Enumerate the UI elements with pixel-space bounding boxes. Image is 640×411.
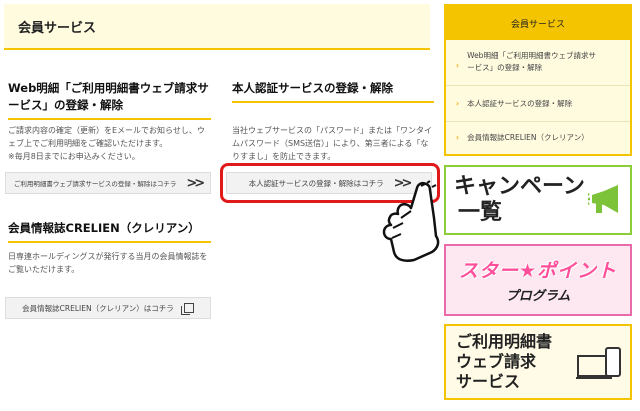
sidebar-item-web-meisai[interactable]: › Web明細「ご利用明細書ウェブ請求サ ービス」の登録・解除 xyxy=(446,40,630,86)
sidebar-item-label: Web明細「ご利用明細書ウェブ請求サ xyxy=(467,51,596,60)
sidebar-item-label: 本人認証サービスの登録・解除 xyxy=(467,98,573,108)
banner-text: プログラム xyxy=(505,289,571,304)
sidebar-item-label: 会員情報誌CRELIEN（クレリアン） xyxy=(467,133,589,142)
sidebar-title: 会員サービス xyxy=(446,6,630,40)
chevron-right-icon: › xyxy=(456,61,460,70)
banner-text: スター★ポイント xyxy=(458,260,618,282)
section-desc-honnin: 当社ウェブサービスの「パスワード」または「ワンタイ ムパスワード（SMS送信）」… xyxy=(232,124,442,163)
pointing-hand-icon xyxy=(382,180,440,262)
desc-line: ご覧いただけます。 xyxy=(8,265,80,274)
section-title-web-meisai: Web明細「ご利用明細書ウェブ請求サ ービス」の登録・解除 xyxy=(8,80,211,120)
megaphone-icon xyxy=(588,185,618,213)
section-title-line: Web明細「ご利用明細書ウェブ請求サ xyxy=(8,81,209,95)
desc-line: 日専連ホールディングスが発行する当月の会員情報誌を xyxy=(8,252,208,261)
page-header: 会員サービス xyxy=(4,4,430,50)
external-window-icon xyxy=(180,303,194,315)
section-title-line: ービス」の登録・解除 xyxy=(8,98,123,112)
section-desc-web-meisai: ご請求内容の確定（更新）をEメールでお知らせし、ウ ェブ上でご利用明細をご確認い… xyxy=(8,124,218,163)
button-label: ご利用明細書ウェブ請求サービスの登録・解除はコチラ xyxy=(13,180,177,188)
desc-line: ムパスワード（SMS送信）」により、第三者による「な xyxy=(232,139,429,148)
double-chevron-right-icon: >> xyxy=(186,175,205,191)
section-title-crelien: 会員情報誌CRELIEN（クレリアン） xyxy=(8,220,211,243)
desc-line: ェブ上でご利用明細をご確認いただけます。 xyxy=(8,139,168,148)
desc-line: 当社ウェブサービスの「パスワード」または「ワンタイ xyxy=(232,126,432,135)
desc-line: ご請求内容の確定（更新）をEメールでお知らせし、ウ xyxy=(8,126,205,135)
banner-text: サービス xyxy=(456,372,521,391)
banner-text: 一覧 xyxy=(458,200,503,225)
section-title-line: 会員情報誌CRELIEN（クレリアン） xyxy=(8,221,200,235)
desc-line: りすまし」を防止できます。 xyxy=(232,152,336,161)
button-label: 会員情報誌CRELIEN（クレリアン）はコチラ xyxy=(22,303,174,313)
web-seikyu-banner[interactable]: ご利用明細書 ウェブ請求 サービス xyxy=(444,324,632,400)
section-desc-crelien: 日専連ホールディングスが発行する当月の会員情報誌を ご覧いただけます。 xyxy=(8,250,218,276)
banner-text: キャンペーン xyxy=(454,174,585,199)
sidebar-item-label: ービス」の登録・解除 xyxy=(467,63,543,72)
campaign-banner[interactable]: キャンペーン 一覧 xyxy=(444,165,632,235)
crelien-link-button[interactable]: 会員情報誌CRELIEN（クレリアン）はコチラ xyxy=(5,297,211,319)
sidebar-item-crelien[interactable]: › 会員情報誌CRELIEN（クレリアン） xyxy=(446,122,630,154)
web-meisai-link-button[interactable]: ご利用明細書ウェブ請求サービスの登録・解除はコチラ >> xyxy=(5,172,211,194)
banner-text: ウェブ請求 xyxy=(456,352,537,371)
laptop-phone-icon xyxy=(576,347,621,379)
chevron-right-icon: › xyxy=(456,98,460,108)
desc-line: ※毎月8日までにお申込みください。 xyxy=(8,152,140,161)
sidebar: 会員サービス › Web明細「ご利用明細書ウェブ請求サ ービス」の登録・解除 ›… xyxy=(444,4,632,156)
banner-text: ご利用明細書 xyxy=(456,332,553,351)
section-title-line: 本人認証サービスの登録・解除 xyxy=(232,81,393,95)
chevron-right-icon: › xyxy=(456,133,460,142)
sidebar-item-honnin[interactable]: › 本人認証サービスの登録・解除 xyxy=(446,86,630,122)
star-point-banner[interactable]: スター★ポイント プログラム xyxy=(444,244,632,316)
page-title: 会員サービス xyxy=(18,20,97,36)
section-title-honnin: 本人認証サービスの登録・解除 xyxy=(232,80,434,103)
